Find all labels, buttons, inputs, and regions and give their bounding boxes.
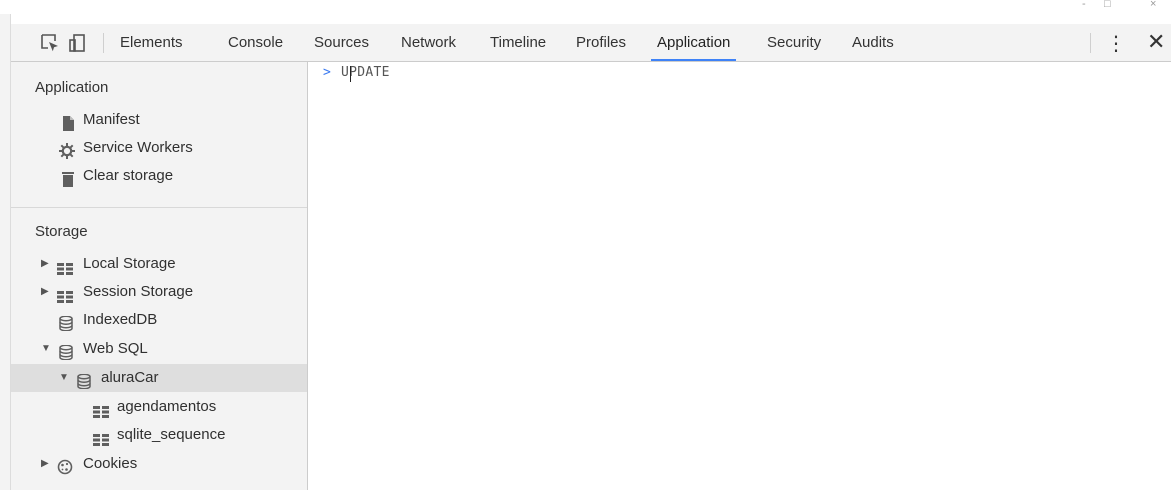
application-sidebar: Application Manifest Service Workers Cle…: [11, 62, 308, 490]
sidebar-item-label: Local Storage: [83, 255, 176, 272]
collapse-triangle-icon[interactable]: ▼: [59, 364, 69, 392]
tab-audits[interactable]: Audits: [850, 24, 896, 61]
sql-query-input[interactable]: UPDATE: [341, 65, 390, 80]
tab-elements[interactable]: Elements: [118, 24, 185, 61]
trash-icon: [61, 169, 76, 187]
expand-triangle-icon[interactable]: ▶: [41, 278, 49, 306]
sidebar-item-clear-storage[interactable]: Clear storage: [11, 162, 307, 190]
sidebar-item-manifest[interactable]: Manifest: [11, 106, 307, 134]
browser-top-strip: - □ ×: [0, 0, 1171, 14]
sidebar-item-cookies[interactable]: ▶ Cookies: [11, 450, 307, 478]
grid-icon: [93, 400, 109, 418]
cookie-icon: [57, 457, 73, 475]
text-caret: [350, 66, 351, 82]
sidebar-item-label: sqlite_sequence: [117, 426, 226, 443]
collapse-triangle-icon[interactable]: ▼: [41, 335, 51, 363]
tab-timeline[interactable]: Timeline: [488, 24, 548, 61]
database-icon: [59, 342, 74, 361]
maximize-control[interactable]: □: [1104, 0, 1111, 10]
tab-sources[interactable]: Sources: [312, 24, 371, 61]
sidebar-item-agendamentos[interactable]: agendamentos: [11, 393, 307, 421]
tab-profiles[interactable]: Profiles: [574, 24, 628, 61]
devtools-toolbar: Elements Console Sources Network Timelin…: [11, 24, 1171, 62]
sidebar-item-label: Manifest: [83, 111, 140, 128]
websql-console[interactable]: > UPDATE: [309, 62, 1171, 490]
grid-icon: [57, 285, 73, 303]
file-icon: [61, 113, 76, 131]
expand-triangle-icon[interactable]: ▶: [41, 250, 49, 278]
section-divider: [11, 207, 307, 208]
sidebar-item-session-storage[interactable]: ▶ Session Storage: [11, 278, 307, 306]
database-icon: [59, 313, 74, 332]
sidebar-item-label: Cookies: [83, 455, 138, 472]
sidebar-item-label: IndexedDB: [83, 311, 158, 328]
tab-security[interactable]: Security: [765, 24, 823, 61]
toolbar-separator: [103, 33, 104, 53]
sidebar-item-local-storage[interactable]: ▶ Local Storage: [11, 250, 307, 278]
console-prompt: >: [323, 65, 331, 80]
inspect-element-icon[interactable]: [39, 32, 61, 54]
close-devtools-icon[interactable]: ✕: [1147, 29, 1165, 55]
section-title-application: Application: [35, 79, 109, 96]
section-title-storage: Storage: [35, 223, 88, 240]
sidebar-item-label: Service Workers: [83, 139, 193, 156]
grid-icon: [93, 428, 109, 446]
sidebar-item-label: agendamentos: [117, 398, 217, 415]
sidebar-item-label: Web SQL: [83, 340, 148, 357]
sidebar-item-indexeddb[interactable]: IndexedDB: [11, 306, 307, 334]
sidebar-item-service-workers[interactable]: Service Workers: [11, 134, 307, 162]
minimize-control[interactable]: -: [1082, 0, 1086, 10]
expand-triangle-icon[interactable]: ▶: [41, 450, 49, 478]
gear-icon: [59, 141, 75, 159]
more-options-icon[interactable]: ⋮: [1106, 31, 1126, 56]
close-control[interactable]: ×: [1150, 0, 1156, 10]
toolbar-separator-right: [1090, 33, 1091, 53]
database-icon: [77, 371, 92, 390]
device-mode-icon[interactable]: [67, 32, 89, 54]
left-edge: [0, 14, 11, 490]
sidebar-item-web-sql[interactable]: ▼ Web SQL: [11, 335, 307, 363]
tab-console[interactable]: Console: [226, 24, 285, 61]
sidebar-item-label: Clear storage: [83, 167, 174, 184]
grid-icon: [57, 257, 73, 275]
sidebar-item-sqlite-sequence[interactable]: sqlite_sequence: [11, 421, 307, 449]
sidebar-item-label: Session Storage: [83, 283, 194, 300]
sidebar-item-label: aluraCar: [101, 369, 159, 386]
tab-application[interactable]: Application: [650, 24, 737, 61]
tab-network[interactable]: Network: [399, 24, 458, 61]
sidebar-item-aluracar[interactable]: ▼ aluraCar: [11, 364, 307, 392]
